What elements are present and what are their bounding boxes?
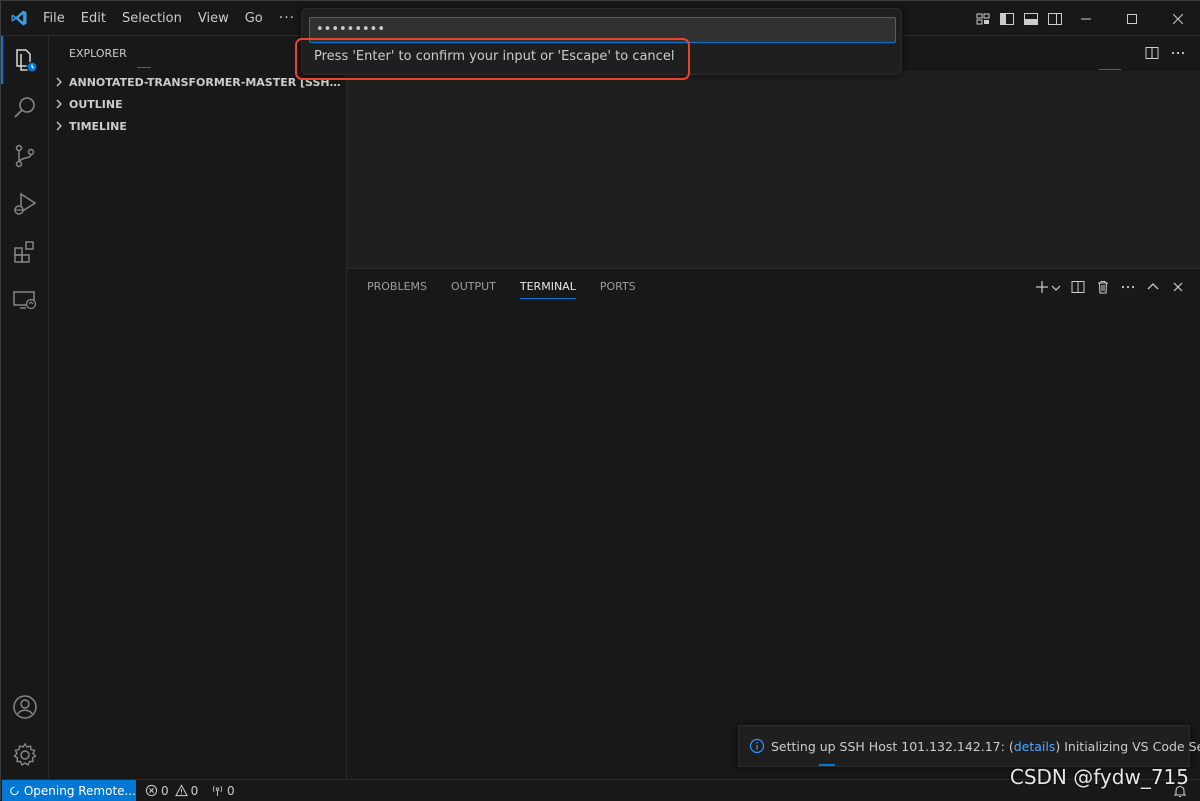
explorer-icon[interactable] — [1, 36, 49, 84]
watermark: CSDN @fydw_715 — [1009, 765, 1189, 789]
window-controls — [1063, 1, 1200, 36]
highlight-annotation-box — [295, 38, 690, 80]
warning-icon — [174, 784, 188, 797]
toggle-sidebar-icon[interactable] — [999, 11, 1015, 27]
layout-controls — [975, 1, 1063, 36]
close-window-icon[interactable] — [1155, 1, 1200, 36]
section-outline-label: OUTLINE — [69, 97, 123, 111]
bottom-panel: PROBLEMS OUTPUT TERMINAL PORTS — [347, 268, 1200, 779]
vscode-logo-icon — [11, 10, 27, 26]
section-timeline[interactable]: TIMELINE — [49, 115, 347, 137]
ports-count: 0 — [227, 783, 235, 798]
chevron-right-icon — [49, 99, 69, 109]
tab-terminal[interactable]: TERMINAL — [512, 269, 584, 305]
run-debug-icon[interactable] — [1, 180, 49, 228]
tab-problems[interactable]: PROBLEMS — [359, 269, 435, 305]
menu-edit[interactable]: Edit — [73, 1, 114, 36]
broadcast-icon — [212, 786, 223, 797]
remote-indicator[interactable]: Opening Remote... — [2, 780, 136, 801]
sidebar-title-indicator — [137, 67, 151, 68]
explorer-sidebar: EXPLORER ANNOTATED-TRANSFORMER-MASTER [S… — [49, 36, 347, 779]
notification-text-prefix: Setting up SSH Host 101.132.142.17: ( — [771, 738, 1014, 754]
split-terminal-icon[interactable] — [1070, 279, 1086, 299]
vscode-window: File Edit Selection View Go ··· EXPLORER… — [0, 0, 1200, 801]
menu-go[interactable]: Go — [237, 1, 271, 36]
tab-ports[interactable]: PORTS — [592, 269, 644, 305]
details-link[interactable]: details — [1014, 739, 1056, 754]
panel-more-icon[interactable] — [1120, 279, 1136, 299]
menu-bar: File Edit Selection View Go ··· — [35, 1, 303, 36]
sidebar-title: EXPLORER — [69, 47, 127, 60]
info-icon — [749, 738, 765, 754]
search-icon[interactable] — [1, 84, 49, 132]
section-timeline-label: TIMELINE — [69, 119, 127, 133]
remote-explorer-icon[interactable] — [1, 276, 49, 324]
notification-toast: Setting up SSH Host 101.132.142.17: (det… — [738, 725, 1200, 767]
menu-file[interactable]: File — [35, 1, 73, 36]
minimize-icon[interactable] — [1063, 1, 1109, 36]
error-icon — [145, 784, 158, 797]
chevron-right-icon — [49, 121, 69, 131]
ports-status[interactable]: 0 — [211, 780, 235, 801]
sync-spinner-icon — [10, 786, 19, 795]
toggle-secondary-sidebar-icon[interactable] — [1047, 11, 1063, 27]
menu-view[interactable]: View — [190, 1, 237, 36]
problems-status[interactable]: 0 0 — [145, 780, 198, 801]
source-control-icon[interactable] — [1, 132, 49, 180]
settings-gear-icon[interactable] — [1, 731, 49, 779]
new-terminal-icon[interactable] — [1034, 279, 1050, 299]
maximize-panel-icon[interactable] — [1145, 279, 1161, 299]
activity-bar — [1, 36, 49, 779]
editor-actions — [1144, 45, 1186, 65]
tab-output[interactable]: OUTPUT — [443, 269, 504, 305]
menu-more-icon[interactable]: ··· — [271, 1, 303, 36]
notification-text-suffix: ) Initializing VS Code Server — [1055, 738, 1200, 754]
panel-actions — [1034, 279, 1186, 299]
extensions-icon[interactable] — [1, 228, 49, 276]
customize-layout-icon[interactable] — [975, 11, 991, 27]
maximize-icon[interactable] — [1109, 1, 1155, 36]
more-actions-icon[interactable] — [1170, 45, 1186, 65]
error-count: 0 — [161, 783, 169, 798]
section-outline[interactable]: OUTLINE — [49, 93, 347, 115]
toggle-panel-icon[interactable] — [1023, 11, 1039, 27]
editor-focus-indicator — [1099, 69, 1121, 70]
warning-count: 0 — [190, 783, 199, 798]
remote-status-text: Opening Remote... — [23, 783, 136, 798]
notification-progress — [819, 764, 835, 766]
split-editor-icon[interactable] — [1144, 45, 1160, 65]
trash-icon[interactable] — [1095, 279, 1111, 299]
close-panel-icon[interactable] — [1170, 279, 1186, 299]
account-icon[interactable] — [1, 683, 49, 731]
chevron-down-icon[interactable] — [1051, 282, 1061, 297]
menu-selection[interactable]: Selection — [114, 1, 190, 36]
chevron-right-icon — [49, 77, 69, 87]
panel-tabs: PROBLEMS OUTPUT TERMINAL PORTS — [359, 269, 652, 305]
